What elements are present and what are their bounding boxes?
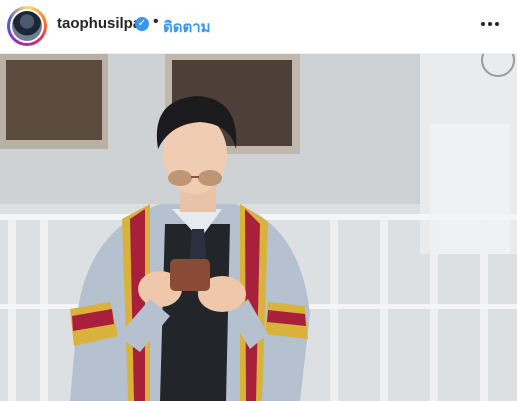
separator-dot: • — [153, 13, 159, 30]
post-header: taophusilpa ✓ • ติดตาม — [0, 0, 517, 54]
username-link[interactable]: taophusilpa — [57, 15, 141, 32]
more-options-icon[interactable] — [478, 12, 502, 36]
avatar-image — [12, 11, 42, 41]
post-photo-illustration — [0, 54, 517, 401]
verified-badge-icon: ✓ — [135, 17, 149, 31]
avatar[interactable] — [7, 6, 47, 46]
post-photo[interactable] — [0, 54, 517, 401]
follow-button[interactable]: ติดตาม — [163, 15, 211, 39]
